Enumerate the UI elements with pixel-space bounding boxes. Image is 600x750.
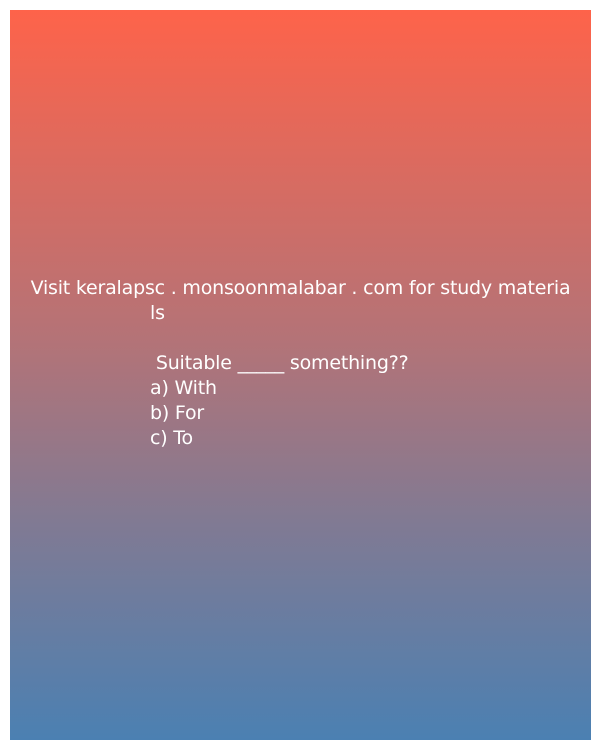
watermark-text-line-1: Visit keralapsc . monsoonmalabar . com f…: [30, 277, 571, 299]
question-card: Visit keralapsc . monsoonmalabar . com f…: [10, 10, 591, 740]
option-c: c) To: [150, 427, 193, 449]
watermark-text-line-2: ls: [150, 302, 165, 324]
card-text: Visit keralapsc . monsoonmalabar . com f…: [10, 276, 591, 451]
option-b: b) For: [150, 402, 205, 424]
question-text: Suitable _____ something??: [150, 352, 409, 374]
option-a: a) With: [150, 377, 217, 399]
